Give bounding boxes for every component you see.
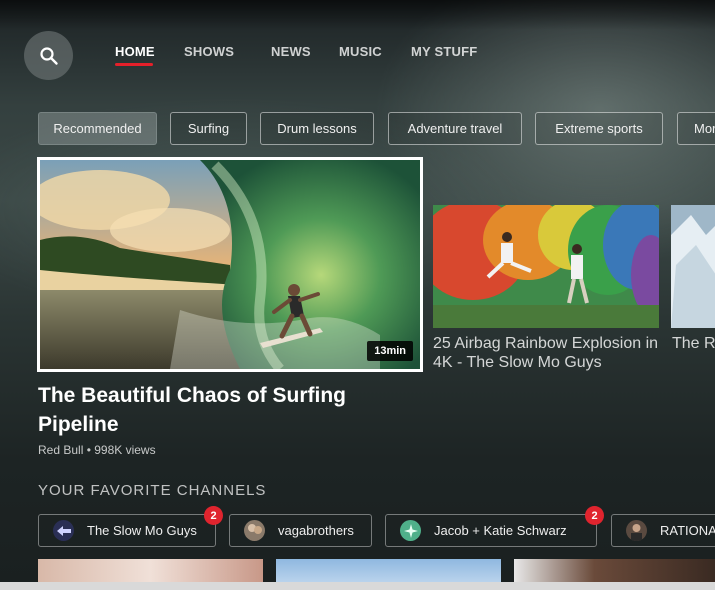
- search-button[interactable]: [24, 31, 73, 80]
- channel-name: The Slow Mo Guys: [87, 523, 197, 538]
- rainbow-explosion-image: [433, 205, 659, 328]
- bottom-edge: [0, 582, 715, 590]
- chip-adventure-travel[interactable]: Adventure travel: [388, 112, 522, 145]
- nav-shows[interactable]: SHOWS: [184, 44, 234, 59]
- featured-meta: Red Bull • 998K views: [38, 443, 156, 457]
- channel-chip-slow-mo-guys[interactable]: The Slow Mo Guys 2: [38, 506, 223, 547]
- channel-name: Jacob + Katie Schwarz: [434, 523, 567, 538]
- favorite-channels-heading: YOUR FAVORITE CHANNELS: [38, 482, 267, 499]
- chip-recommended[interactable]: Recommended: [38, 112, 157, 145]
- channel-avatar: [626, 520, 647, 541]
- notification-badge: 2: [585, 506, 604, 525]
- channel-name: RATIONAL: [660, 523, 715, 538]
- channel-name: vagabrothers: [278, 523, 354, 538]
- nav-music[interactable]: MUSIC: [339, 44, 382, 59]
- nav-my-stuff[interactable]: MY STUFF: [411, 44, 477, 59]
- video-thumbnail-partial[interactable]: [671, 205, 715, 328]
- channel-avatar: [53, 520, 74, 541]
- notification-badge: 2: [204, 506, 223, 525]
- nav-news[interactable]: NEWS: [271, 44, 311, 59]
- channel-chip-vagabrothers[interactable]: vagabrothers: [229, 514, 372, 547]
- channel-chip-rational[interactable]: RATIONAL: [611, 514, 715, 547]
- top-fade: [0, 0, 715, 30]
- surf-image: [40, 160, 420, 369]
- video-title-airbag: 25 Airbag Rainbow Explosion in 4K - The …: [433, 335, 659, 371]
- nav-active-indicator: [115, 63, 153, 66]
- chip-extreme-sports[interactable]: Extreme sports: [535, 112, 663, 145]
- video-thumbnail-airbag[interactable]: [433, 205, 659, 328]
- channel-chip-jacob-katie[interactable]: Jacob + Katie Schwarz 2: [385, 506, 604, 547]
- search-icon: [39, 46, 58, 65]
- chip-surfing[interactable]: Surfing: [170, 112, 247, 145]
- channel-avatar: [400, 520, 421, 541]
- chip-more[interactable]: Mor: [677, 112, 715, 145]
- featured-title: The Beautiful Chaos of Surfing Pipeline: [38, 384, 346, 436]
- glacier-image: [671, 205, 715, 328]
- video-title-partial: The Ra Nation: [672, 335, 715, 352]
- nav-home[interactable]: HOME: [115, 44, 155, 59]
- chip-drum-lessons[interactable]: Drum lessons: [260, 112, 374, 145]
- featured-video-thumbnail[interactable]: 13min: [37, 157, 423, 372]
- channel-avatar: [244, 520, 265, 541]
- duration-badge: 13min: [367, 341, 413, 361]
